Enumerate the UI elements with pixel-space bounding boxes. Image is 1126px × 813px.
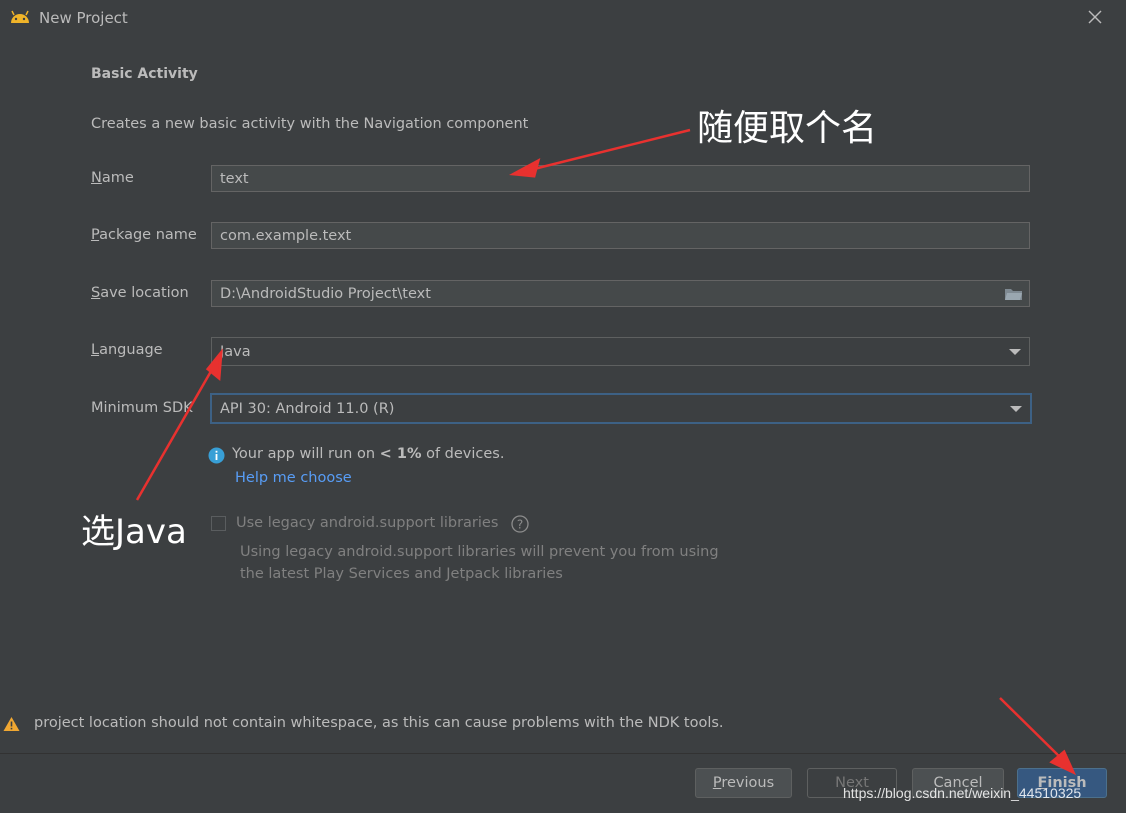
- annotation-language-hint: 选Java: [81, 512, 187, 552]
- language-dropdown[interactable]: Java: [211, 337, 1030, 366]
- arrow-to-language: [135, 348, 223, 501]
- close-icon[interactable]: [1086, 8, 1104, 26]
- package-name-input[interactable]: com.example.text: [211, 222, 1030, 249]
- name-input[interactable]: text: [211, 165, 1030, 192]
- min-sdk-dropdown[interactable]: API 30: Android 11.0 (R): [210, 393, 1032, 424]
- previous-button[interactable]: Previous: [695, 768, 792, 798]
- svg-text:?: ?: [517, 518, 523, 532]
- package-name-label: Package name: [91, 227, 197, 243]
- help-question-icon[interactable]: ?: [511, 515, 529, 533]
- legacy-support-checkbox[interactable]: [211, 516, 226, 531]
- help-me-choose-link[interactable]: Help me choose: [235, 470, 352, 486]
- name-label: Name: [91, 170, 134, 186]
- info-icon: [208, 447, 225, 464]
- min-sdk-label: Minimum SDK: [91, 400, 193, 416]
- save-location-label: Save location: [91, 285, 189, 301]
- validation-warning: project location should not contain whit…: [34, 715, 724, 731]
- min-sdk-value: API 30: Android 11.0 (R): [220, 401, 395, 417]
- watermark: https://blog.csdn.net/weixin_44510325: [843, 785, 1082, 801]
- template-title: Basic Activity: [91, 66, 198, 82]
- new-project-dialog: New Project Basic Activity Creates a new…: [0, 0, 1126, 813]
- annotation-name-hint: 随便取个名: [697, 108, 878, 149]
- chevron-down-icon: [1010, 406, 1022, 412]
- legacy-support-note: Using legacy android.support libraries w…: [240, 544, 719, 582]
- save-location-input[interactable]: D:\AndroidStudio Project\text: [211, 280, 1030, 307]
- language-value: Java: [220, 344, 251, 360]
- language-label: Language: [91, 342, 163, 358]
- arrow-to-finish: [999, 697, 1077, 776]
- footer-divider: [0, 753, 1126, 754]
- folder-icon[interactable]: [1004, 287, 1023, 301]
- legacy-support-label[interactable]: Use legacy android.support libraries: [236, 515, 498, 531]
- window-title: New Project: [39, 9, 128, 27]
- save-location-value: D:\AndroidStudio Project\text: [220, 286, 431, 302]
- chevron-down-icon: [1009, 349, 1021, 355]
- android-studio-icon: [11, 10, 29, 23]
- warning-icon: [3, 717, 20, 731]
- template-description: Creates a new basic activity with the Na…: [91, 116, 529, 132]
- sdk-coverage-text: Your app will run on < 1% of devices.: [232, 446, 505, 462]
- title-bar: New Project: [0, 0, 1126, 36]
